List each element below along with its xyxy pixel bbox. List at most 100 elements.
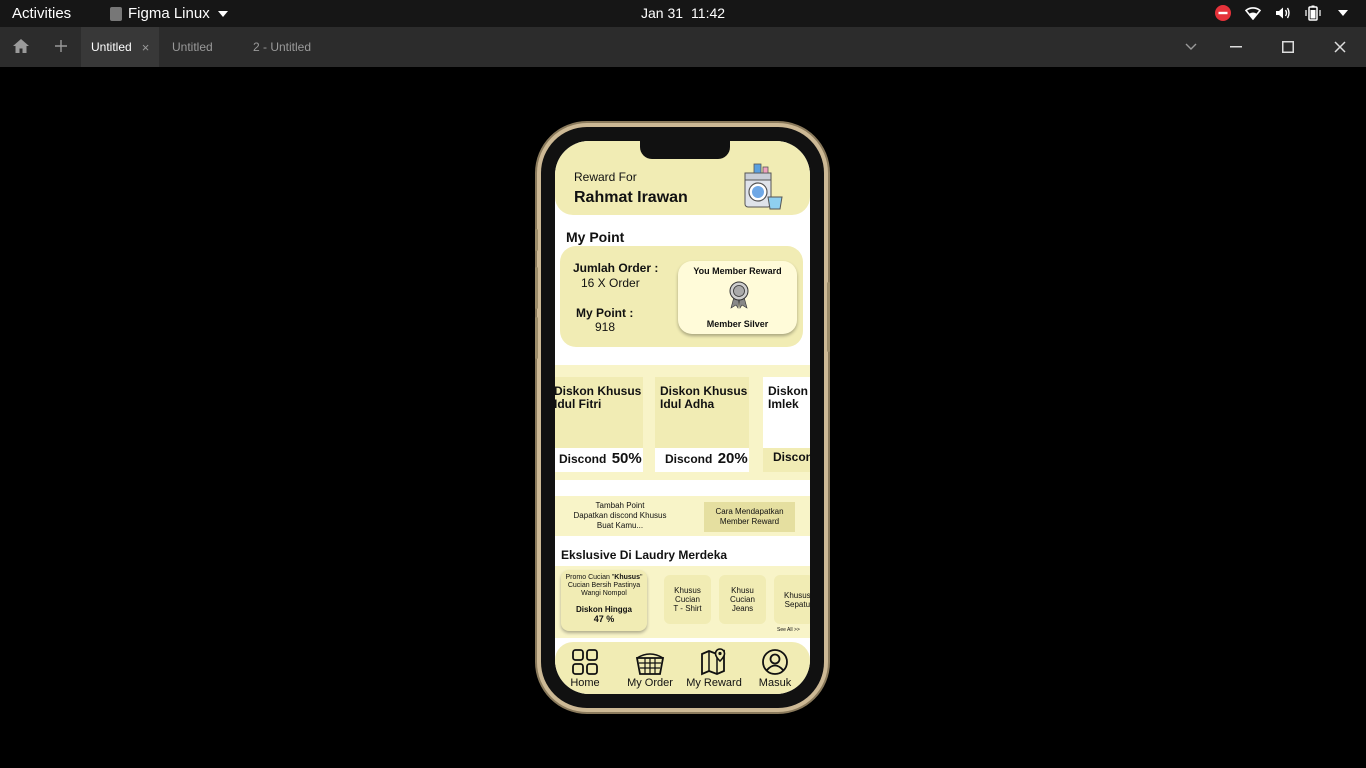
promo-discount: Discon — [763, 448, 810, 472]
map-pin-icon — [701, 648, 726, 676]
nav-label: My Reward — [686, 677, 742, 689]
item-line: Khusus — [674, 586, 701, 595]
promo-discount: Discond 20% — [665, 450, 748, 467]
member-level: Member Silver — [706, 319, 769, 329]
order-count-label: Jumlah Order : — [573, 261, 659, 275]
new-tab-plus-icon[interactable] — [55, 39, 67, 57]
button-label-line: Member Reward — [719, 517, 780, 526]
exclusive-item-shoes[interactable]: Khusus Sepatu — [774, 575, 810, 624]
tambah-line: Dapatkan discond Khusus — [573, 511, 667, 520]
figma-app-icon — [110, 6, 122, 21]
tambah-line: Buat Kamu... — [596, 521, 644, 530]
tab-label: Untitled — [91, 40, 132, 54]
tab-untitled[interactable]: Untitled — [172, 27, 213, 67]
clock[interactable]: Jan 31 11:42 — [641, 5, 725, 21]
tambah-point-text: Tambah Point Dapatkan discond Khusus Bua… — [565, 501, 675, 531]
item-line: Sepatu — [784, 599, 810, 609]
medal-icon — [729, 281, 749, 309]
discount-up-to-value: 47 % — [593, 614, 615, 624]
tab-untitled-active[interactable]: Untitled × — [81, 27, 160, 67]
exclusive-main-card[interactable]: Promo Cucian "Khusus" Cucian Bersih Past… — [561, 570, 647, 631]
promo-title-line: Idul Adha — [660, 397, 715, 411]
exclusive-section-title: Ekslusive Di Laudry Merdeka — [561, 548, 728, 562]
battery-icon[interactable] — [1304, 4, 1322, 22]
promo-discount: Discond 50% — [559, 450, 642, 467]
order-count-value: 16 X Order — [581, 276, 640, 290]
tabs-dropdown-chevron-icon[interactable] — [1182, 38, 1200, 56]
promo-discount-label: Discon — [773, 450, 810, 464]
basket-icon — [635, 653, 665, 675]
figma-tab-bar: Untitled × Untitled 2 - Untitled — [0, 27, 1366, 67]
exclusive-item-jeans[interactable]: Khusu Cucian Jeans — [719, 575, 766, 624]
promo-discount-label: Discond — [665, 452, 713, 466]
tab-close-icon[interactable]: × — [142, 40, 150, 55]
item-line: Khusus — [784, 590, 810, 600]
promo-card[interactable]: Diskon Imlek Discon — [763, 377, 810, 472]
how-to-get-member-reward-button[interactable]: Cara Mendapatkan Member Reward — [704, 502, 795, 532]
caret-down-icon — [217, 10, 228, 17]
washing-machine-icon — [744, 163, 783, 210]
activities-button[interactable]: Activities — [12, 5, 71, 22]
promo-discount-value: 20% — [717, 450, 748, 467]
member-reward-card[interactable]: You Member Reward Member Silver — [678, 261, 797, 334]
phone-side-button — [535, 229, 538, 251]
tambah-point-banner: Tambah Point Dapatkan discond Khusus Bua… — [555, 496, 810, 536]
item-line: Cucian — [730, 595, 755, 604]
exclusive-promo-text: Promo Cucian "Khusus" Cucian Bersih Past… — [561, 570, 647, 598]
tab-label: Untitled — [172, 40, 213, 54]
promo-line-bold: Khusus — [614, 574, 640, 581]
phone-side-button — [535, 267, 538, 309]
system-top-bar: Activities Figma Linux Jan 31 11:42 — [0, 0, 1366, 27]
user-circle-icon — [762, 649, 788, 675]
promo-title: Diskon Khusus Idul Adha — [660, 385, 747, 411]
promo-line-2: Cucian Bersih Pastinya — [567, 582, 641, 589]
promo-card[interactable]: Diskon Khusus Idul Adha Discond 20% — [655, 377, 749, 472]
point-card: Jumlah Order : 16 X Order My Point : 918… — [560, 246, 803, 347]
reward-for-label: Reward For — [574, 170, 637, 184]
promo-title-line: Imlek — [768, 397, 799, 411]
system-tray[interactable] — [1214, 4, 1352, 22]
tab-2-untitled[interactable]: 2 - Untitled — [253, 27, 311, 67]
app-menu-label: Figma Linux — [128, 5, 210, 22]
close-window-icon[interactable] — [1331, 38, 1349, 56]
bottom-navigation: Home My Order My Reward Masuk — [555, 642, 810, 694]
home-icon[interactable] — [12, 38, 30, 59]
system-menu-caret-icon[interactable] — [1334, 4, 1352, 22]
promo-title: Diskon Imlek — [768, 385, 808, 411]
promo-discount-value: 50% — [611, 450, 642, 467]
nav-home[interactable]: Home — [555, 648, 615, 689]
promo-line-prefix: Promo Cucian " — [565, 574, 615, 581]
phone-notch — [640, 141, 730, 159]
item-line: Jeans — [731, 604, 754, 613]
wifi-icon[interactable] — [1244, 4, 1262, 22]
app-menu[interactable]: Figma Linux — [110, 5, 228, 22]
nav-my-reward[interactable]: My Reward — [684, 648, 744, 689]
promo-carousel[interactable]: Diskon Khusus Idul Fitri Discond 50% Dis… — [555, 365, 810, 480]
nav-label: My Order — [627, 677, 673, 689]
exclusive-carousel[interactable]: Promo Cucian "Khusus" Cucian Bersih Past… — [555, 566, 810, 638]
discount-up-to-label: Diskon Hingga — [575, 605, 632, 614]
item-line: T - Shirt — [673, 604, 702, 613]
nav-label: Masuk — [758, 677, 792, 689]
exclusive-item-tshirt[interactable]: Khusus Cucian T - Shirt — [664, 575, 711, 624]
my-point-title: My Point — [566, 229, 625, 245]
item-line: Cucian — [675, 595, 700, 604]
promo-card[interactable]: Diskon Khusus Idul Fitri Discond 50% — [555, 377, 643, 472]
phone-side-button — [535, 317, 538, 359]
tab-label: 2 - Untitled — [253, 40, 312, 54]
promo-line-1: Promo Cucian "Khusus" — [561, 574, 647, 582]
see-all-link[interactable]: See All >> — [777, 627, 800, 633]
maximize-icon[interactable] — [1279, 38, 1297, 56]
volume-icon[interactable] — [1274, 4, 1292, 22]
clock-time: 11:42 — [691, 5, 726, 21]
nav-masuk[interactable]: Masuk — [745, 648, 805, 689]
promo-title: Diskon Khusus Idul Fitri — [555, 385, 641, 411]
nav-my-order[interactable]: My Order — [620, 648, 680, 689]
user-name: Rahmat Irawan — [574, 189, 688, 206]
tambah-line: Tambah Point — [595, 501, 645, 510]
do-not-disturb-icon[interactable] — [1214, 4, 1232, 22]
grid-icon — [572, 649, 598, 675]
minimize-icon[interactable] — [1227, 38, 1245, 56]
clock-date: Jan 31 — [641, 5, 684, 21]
phone-mockup: Reward For Rahmat Irawan My Point Jumlah… — [535, 127, 830, 708]
